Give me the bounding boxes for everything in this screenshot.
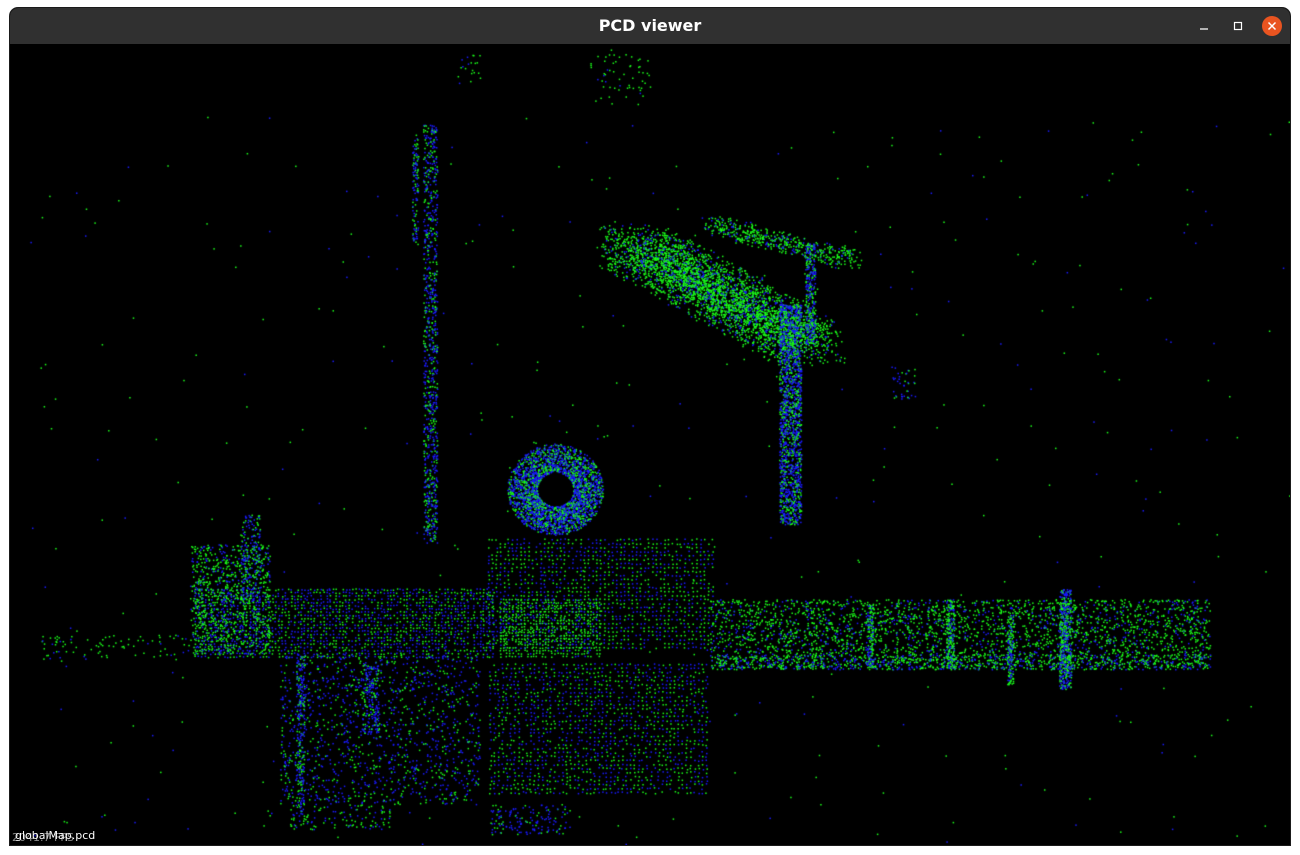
pcd-viewer-window: PCD viewer 2041.7 FPS globalMap.pcd bbox=[10, 8, 1290, 845]
point-cloud-canvas[interactable] bbox=[10, 44, 1290, 845]
minimize-button[interactable] bbox=[1194, 16, 1214, 36]
title-bar[interactable]: PCD viewer bbox=[10, 8, 1290, 44]
cloud-filename-label: globalMap.pcd bbox=[15, 829, 96, 842]
window-title: PCD viewer bbox=[598, 16, 702, 35]
minimize-icon bbox=[1200, 28, 1208, 30]
maximize-button[interactable] bbox=[1228, 16, 1248, 36]
close-button[interactable] bbox=[1262, 16, 1282, 36]
maximize-icon bbox=[1233, 21, 1243, 31]
close-icon bbox=[1267, 21, 1277, 31]
point-cloud-viewport[interactable]: 2041.7 FPS globalMap.pcd bbox=[10, 44, 1290, 845]
